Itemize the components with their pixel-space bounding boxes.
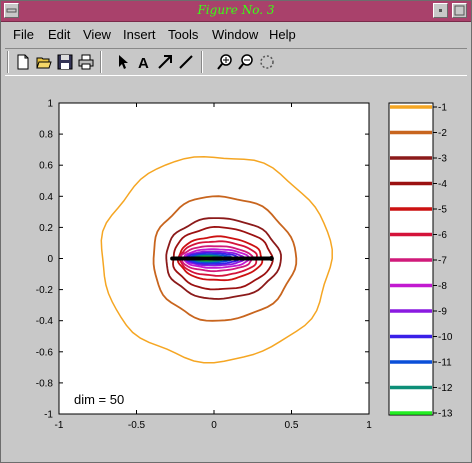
y-tick-label: -0.8: [36, 378, 54, 389]
x-tick-label: 0.5: [285, 420, 299, 431]
zoom-out-button[interactable]: [236, 52, 256, 72]
text-a-icon: A: [138, 55, 149, 70]
x-tick-label: 1: [366, 420, 372, 431]
insert-arrow-button[interactable]: [155, 52, 175, 72]
colorbar-label: -7: [438, 256, 447, 267]
new-file-button[interactable]: [13, 52, 33, 72]
print-button[interactable]: [76, 52, 96, 72]
colorbar-label: -11: [438, 358, 452, 369]
window-title: Figure No. 3: [197, 3, 275, 17]
select-tool-button[interactable]: [113, 52, 133, 72]
insert-text-button[interactable]: A: [134, 52, 154, 72]
colorbar-label: -8: [438, 281, 447, 292]
y-tick-label: 0.2: [39, 223, 53, 234]
colorbar-label: -4: [438, 179, 447, 190]
colorbar-label: -9: [438, 307, 447, 318]
title-bar[interactable]: Figure No. 3: [1, 1, 471, 22]
x-tick-label: 0: [211, 420, 217, 431]
menu-edit[interactable]: Edit: [48, 27, 70, 42]
menu-view[interactable]: View: [83, 27, 111, 42]
print-icon: [78, 54, 94, 70]
menu-insert[interactable]: Insert: [123, 27, 156, 42]
colorbar-label: -10: [438, 332, 453, 343]
figure-canvas[interactable]: -1 -0.5 0 0.5 1 1 0.8 0.6 0.4 0.2 0 -0.2 -0.4 -0.6 -0…: [1, 77, 472, 462]
zoom-in-icon: [217, 54, 232, 70]
rotate-button[interactable]: [257, 52, 277, 72]
new-file-icon: [17, 54, 29, 70]
colorbar-label: -12: [438, 383, 453, 394]
x-tick-label: -1: [55, 420, 64, 431]
menu-bar: File Edit View Insert Tools Window Help: [1, 22, 471, 46]
y-tick-label: -0.4: [36, 316, 54, 327]
toolbar-separator: [100, 51, 102, 73]
maximize-icon: [454, 5, 465, 16]
toolbar-separator: [7, 51, 9, 73]
y-tick-label: 0: [47, 254, 53, 265]
y-tick-label: 0.6: [39, 161, 53, 172]
menu-window[interactable]: Window: [212, 27, 258, 42]
colorbar-label: -13: [438, 409, 453, 420]
save-disk-icon: [57, 54, 73, 70]
y-tick-label: 1: [47, 99, 53, 110]
y-tick-label: -1: [44, 410, 53, 421]
colorbar-label: -3: [438, 154, 447, 165]
maximize-button[interactable]: [452, 3, 467, 18]
y-tick-label: -0.6: [36, 347, 54, 358]
rotate-icon: [260, 55, 274, 69]
colorbar-label: -2: [438, 128, 447, 139]
y-tick-label: 0.8: [39, 130, 53, 141]
segment-endpoint: [268, 256, 274, 261]
zoom-out-icon: [238, 54, 253, 70]
y-tick-label: -0.2: [36, 285, 54, 296]
minimize-button[interactable]: [433, 3, 448, 18]
zoom-in-button[interactable]: [215, 52, 235, 72]
menu-help[interactable]: Help: [269, 27, 296, 42]
svg-text:A: A: [138, 55, 149, 70]
colorbar-label: -5: [438, 205, 447, 216]
y-tick-label: 0.4: [39, 192, 53, 203]
open-file-button[interactable]: [34, 52, 54, 72]
dim-annotation: dim = 50: [74, 392, 124, 407]
save-button[interactable]: [55, 52, 75, 72]
toolbar: A: [5, 48, 467, 76]
draw-arrow-icon: [158, 55, 172, 69]
toolbar-separator: [201, 51, 203, 73]
draw-line-icon: [179, 55, 193, 69]
menu-tools[interactable]: Tools: [168, 27, 198, 42]
minimize-icon: [439, 9, 442, 12]
open-folder-icon: [36, 57, 52, 69]
colorbar-label: -1: [438, 103, 447, 114]
figure-window: Figure No. 3 File Edit View Insert Tools…: [0, 0, 472, 463]
colorbar-label: -6: [438, 230, 447, 241]
insert-line-button[interactable]: [176, 52, 196, 72]
x-tick-label: -0.5: [128, 420, 146, 431]
menu-file[interactable]: File: [13, 27, 34, 42]
arrow-pointer-icon: [119, 55, 128, 69]
